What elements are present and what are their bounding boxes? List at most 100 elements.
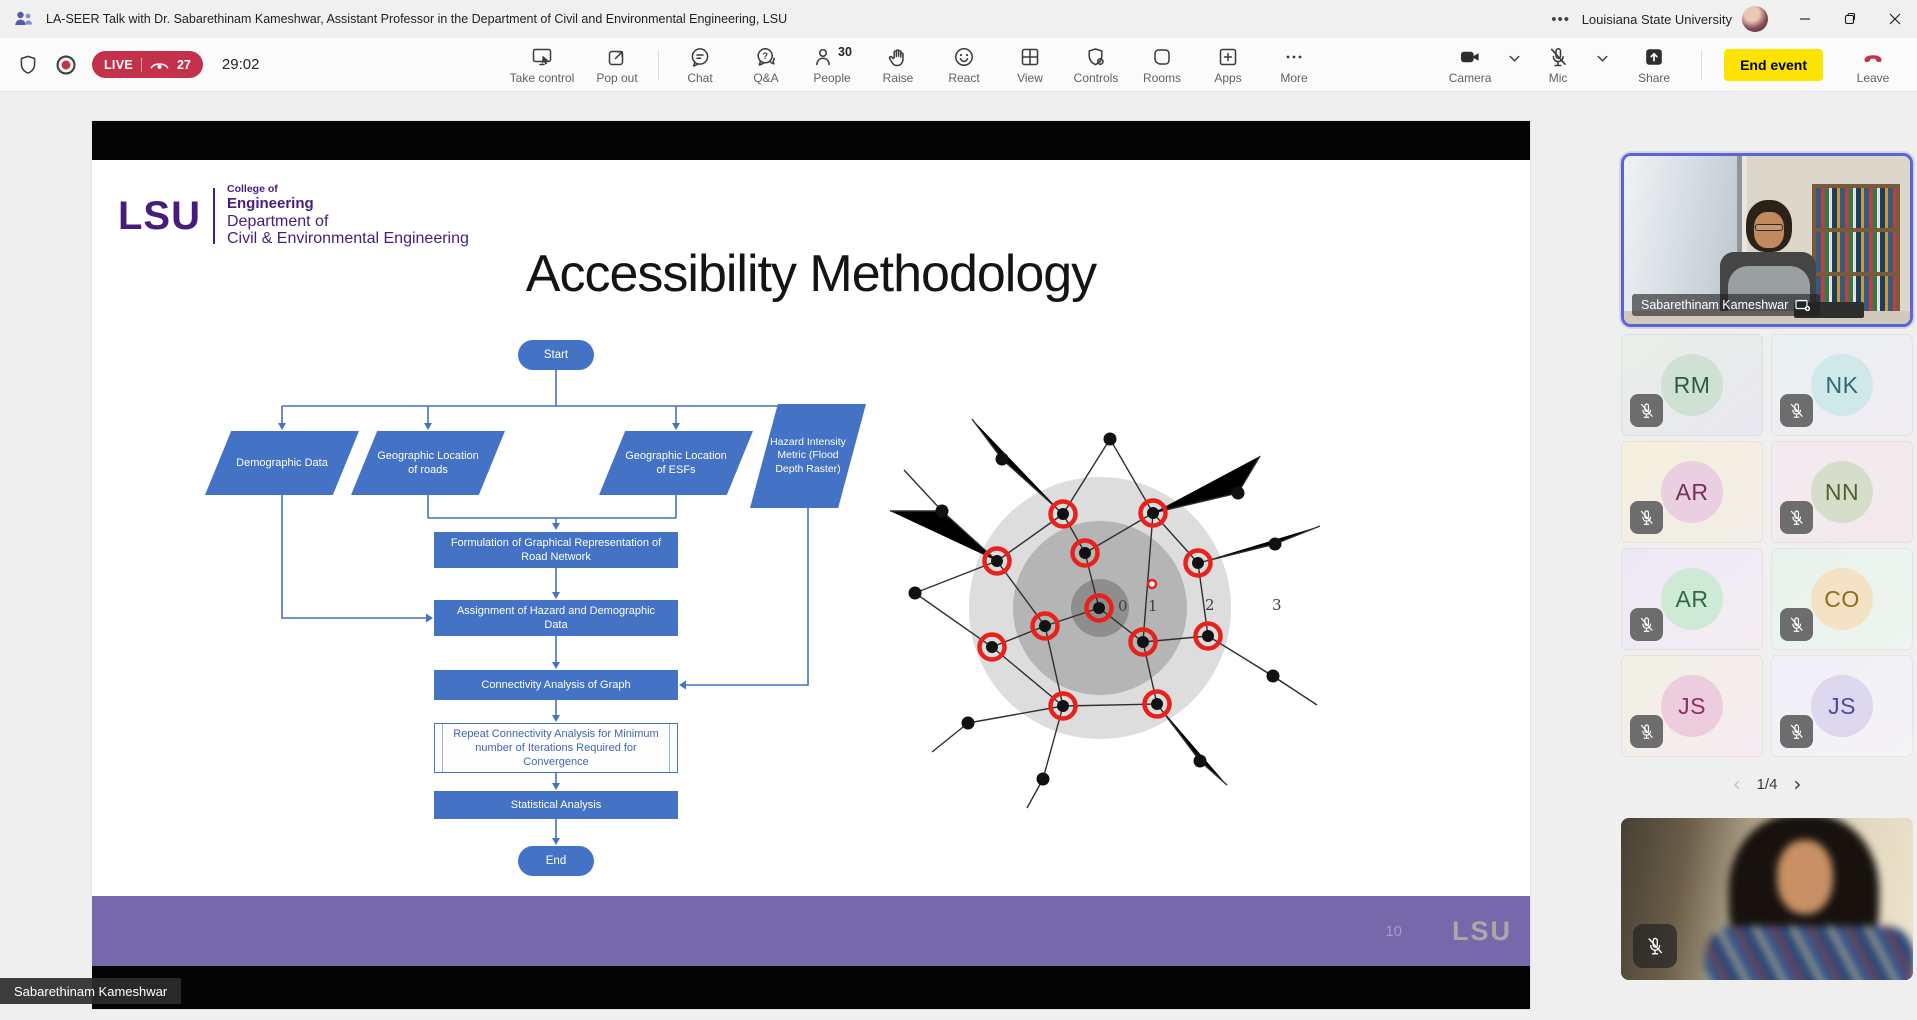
- titlebar-more-menu[interactable]: •••: [1544, 4, 1578, 34]
- raised-hand-icon: [886, 45, 910, 69]
- flowchart-step-statistical: Statistical Analysis: [434, 791, 678, 819]
- lsu-footer-logo: LSU: [1452, 916, 1512, 947]
- recording-indicator-icon: [53, 52, 79, 78]
- slide-title: Accessibility Methodology: [92, 244, 1530, 304]
- flowchart-step-repeat: Repeat Connectivity Analysis for Minimum…: [434, 723, 678, 773]
- logo-text: Engineering: [227, 196, 469, 213]
- take-control-button[interactable]: Take control: [500, 39, 584, 91]
- avatar: NK: [1811, 354, 1873, 416]
- divider: [1701, 50, 1702, 80]
- share-screen-icon: [1642, 45, 1666, 69]
- apps-button[interactable]: Apps: [1195, 39, 1261, 91]
- mic-off-badge: [1630, 394, 1663, 427]
- presenter-nametag: Sabarethinam Kameshwar: [0, 978, 181, 1004]
- view-button[interactable]: View: [997, 39, 1063, 91]
- camera-options-chevron[interactable]: [1503, 39, 1525, 91]
- qa-icon: ?: [754, 45, 778, 69]
- account-avatar[interactable]: [1742, 6, 1768, 32]
- flowchart-start: Start: [518, 340, 594, 370]
- participant-tile-nn[interactable]: NN: [1771, 441, 1913, 543]
- phone-down-icon: [1860, 45, 1886, 69]
- more-dots-icon: [1282, 45, 1306, 69]
- avatar: NN: [1811, 461, 1873, 523]
- camera-button[interactable]: Camera: [1437, 39, 1503, 91]
- attendee-video-tile[interactable]: [1621, 818, 1913, 980]
- maximize-button[interactable]: [1827, 0, 1872, 38]
- teams-app-icon: [12, 8, 34, 30]
- controls-button[interactable]: Controls: [1063, 39, 1129, 91]
- pager-next-chevron[interactable]: ›: [1793, 774, 1801, 794]
- mic-off-badge: [1630, 608, 1663, 641]
- participant-tile-nk[interactable]: NK: [1771, 334, 1913, 436]
- mic-off-badge: [1780, 394, 1813, 427]
- mic-off-badge: [1630, 501, 1663, 534]
- rooms-button[interactable]: Rooms: [1129, 39, 1195, 91]
- divider: [213, 188, 215, 244]
- participant-tile-js1[interactable]: JS: [1621, 655, 1763, 757]
- flowchart-input-demographic: Demographic Data: [205, 431, 359, 495]
- divider: [658, 50, 659, 80]
- avatar: RM: [1661, 354, 1723, 416]
- chat-button[interactable]: Chat: [667, 39, 733, 91]
- people-icon: [812, 45, 836, 69]
- avatar: JS: [1811, 675, 1873, 737]
- flowchart-step-assignment: Assignment of Hazard and Demographic Dat…: [434, 600, 678, 636]
- logo-text: Civil & Environmental Engineering: [227, 230, 469, 248]
- letterbox-top: [92, 121, 1530, 160]
- leave-button[interactable]: Leave: [1845, 39, 1901, 91]
- flowchart-step-formulation: Formulation of Graphical Representation …: [434, 532, 678, 568]
- slide-page-number: 10: [1385, 923, 1402, 940]
- chevron-down-icon: [1509, 55, 1520, 63]
- participants-pager: ‹ 1/4 ›: [1621, 774, 1913, 794]
- react-button[interactable]: React: [931, 39, 997, 91]
- mic-off-badge: [1630, 715, 1663, 748]
- flowchart-step-connectivity: Connectivity Analysis of Graph: [434, 670, 678, 700]
- flowchart-end: End: [518, 846, 594, 876]
- qa-button[interactable]: ? Q&A: [733, 39, 799, 91]
- highlighted-point-marker: [1148, 580, 1156, 588]
- close-button[interactable]: [1872, 0, 1917, 38]
- letterbox-bottom: [92, 966, 1530, 1009]
- avatar: JS: [1661, 675, 1723, 737]
- spotlight-icon: [1795, 299, 1811, 312]
- live-label: LIVE: [104, 58, 133, 72]
- pop-out-button[interactable]: Pop out: [584, 39, 650, 91]
- share-button[interactable]: Share: [1621, 39, 1687, 91]
- participant-tile-rm[interactable]: RM: [1621, 334, 1763, 436]
- participant-tile-ar2[interactable]: AR: [1621, 548, 1763, 650]
- participant-tile-js2[interactable]: JS: [1771, 655, 1913, 757]
- divider: [141, 58, 142, 72]
- people-count-badge: 30: [838, 45, 852, 59]
- meeting-timer: 29:02: [222, 56, 260, 73]
- shield-icon: [16, 53, 40, 77]
- pager-prev-chevron[interactable]: ‹: [1733, 774, 1741, 794]
- minimize-button[interactable]: [1782, 0, 1827, 38]
- screen-cursor-icon: [530, 45, 554, 69]
- speaker-video-tile[interactable]: Sabarethinam Kameshwar: [1621, 153, 1913, 327]
- more-button[interactable]: More: [1261, 39, 1327, 91]
- smiley-icon: [952, 45, 976, 69]
- slide-footer-bar: 10 LSU: [92, 896, 1530, 966]
- flowchart-input-esfs: Geographic Location of ESFs: [599, 431, 753, 495]
- mic-button[interactable]: Mic: [1525, 39, 1591, 91]
- raise-hand-button[interactable]: Raise: [865, 39, 931, 91]
- viewers-eye-icon: [150, 59, 169, 71]
- people-button[interactable]: 30 People: [799, 39, 865, 91]
- live-badge: LIVE 27: [92, 51, 203, 78]
- ring-label-2: 2: [1205, 596, 1215, 614]
- chat-icon: [688, 45, 712, 69]
- lsu-logo-block: LSU College of Engineering Department of…: [118, 184, 469, 248]
- svg-text:?: ?: [762, 51, 768, 61]
- speaker-name: Sabarethinam Kameshwar: [1641, 298, 1788, 312]
- mic-options-chevron[interactable]: [1591, 39, 1613, 91]
- participant-tile-ar1[interactable]: AR: [1621, 441, 1763, 543]
- avatar: AR: [1661, 568, 1723, 630]
- participant-tile-co[interactable]: CO: [1771, 548, 1913, 650]
- speaker-name-plate: Sabarethinam Kameshwar: [1632, 294, 1820, 316]
- camera-icon: [1458, 45, 1482, 69]
- grid-view-icon: [1018, 45, 1042, 69]
- mic-off-badge: [1780, 501, 1813, 534]
- avatar: CO: [1811, 568, 1873, 630]
- meeting-toolbar: LIVE 27 29:02 Take control Pop out Chat …: [0, 38, 1917, 92]
- end-event-button[interactable]: End event: [1724, 49, 1823, 81]
